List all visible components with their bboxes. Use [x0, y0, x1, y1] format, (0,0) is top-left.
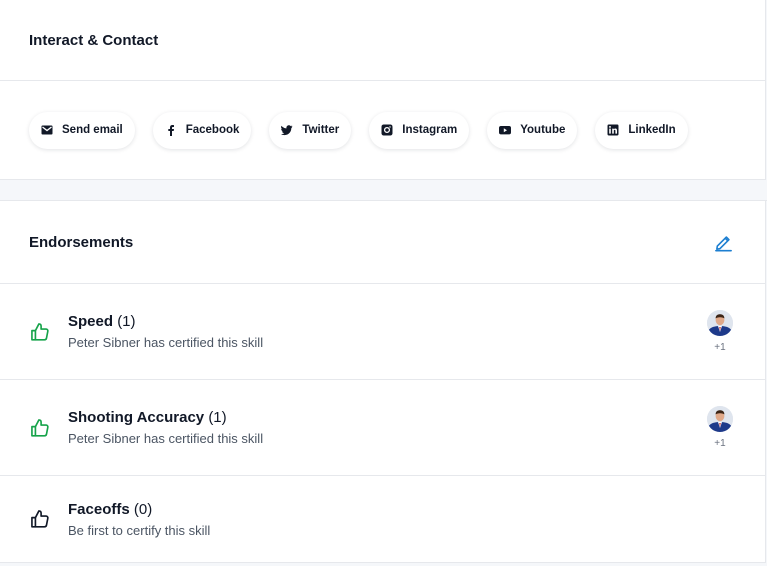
endorsement-subtitle: Peter Sibner has certified this skill	[68, 335, 264, 350]
facebook-button[interactable]: Facebook	[152, 111, 252, 149]
linkedin-label: LinkedIn	[628, 124, 676, 136]
endorsement-count: (1)	[117, 313, 136, 330]
send-email-button[interactable]: Send email	[29, 111, 135, 149]
contact-buttons: Send email Facebook Twitter Instagram Yo…	[0, 81, 765, 180]
linkedin-button[interactable]: LinkedIn	[595, 111, 688, 149]
endorsers: +1	[705, 310, 735, 353]
skill-name: Faceoffs	[68, 500, 130, 518]
twitter-icon	[281, 124, 293, 136]
instagram-label: Instagram	[402, 124, 458, 136]
endorsement-count: (1)	[208, 409, 227, 426]
interact-contact-header: Interact & Contact	[0, 0, 765, 81]
endorsement-subtitle: Be first to certify this skill	[68, 522, 211, 538]
skill-line: Speed (1)	[68, 313, 705, 330]
endorsements-section: Endorsements Speed (1) Peter Sibner has …	[0, 201, 766, 563]
thumbs-up-icon[interactable]	[29, 417, 51, 439]
more-endorsers-count[interactable]: +1	[714, 342, 725, 353]
youtube-button[interactable]: Youtube	[487, 111, 578, 149]
linkedin-icon	[607, 124, 619, 136]
section-title: Endorsements	[29, 233, 134, 251]
instagram-icon	[381, 124, 393, 136]
edit-pencil-icon[interactable]	[714, 233, 733, 252]
send-email-label: Send email	[62, 124, 123, 136]
endorsement-subtitle: Peter Sibner has certified this skill	[68, 431, 264, 446]
more-endorsers-count[interactable]: +1	[714, 438, 725, 449]
endorsement-count: (0)	[133, 500, 153, 518]
skill-line: Shooting Accuracy (1)	[68, 409, 705, 426]
endorsement-row: Shooting Accuracy (1) Peter Sibner has c…	[0, 380, 765, 476]
facebook-icon	[165, 124, 177, 136]
youtube-icon	[499, 124, 512, 136]
avatar[interactable]	[707, 406, 733, 432]
section-title: Interact & Contact	[29, 31, 159, 49]
endorsers: +1	[705, 406, 735, 449]
section-divider	[0, 180, 767, 201]
endorsement-row: Faceoffs (0) Be first to certify this sk…	[0, 476, 765, 563]
endorsement-text: Faceoffs (0) Be first to certify this sk…	[68, 501, 733, 538]
skill-name: Speed	[68, 313, 114, 330]
endorsement-text: Shooting Accuracy (1) Peter Sibner has c…	[68, 409, 705, 446]
endorsements-header: Endorsements	[0, 201, 765, 284]
envelope-icon	[41, 124, 53, 136]
twitter-button[interactable]: Twitter	[269, 111, 352, 149]
twitter-label: Twitter	[302, 124, 340, 136]
skill-name: Shooting Accuracy	[68, 409, 205, 426]
instagram-button[interactable]: Instagram	[369, 111, 470, 149]
facebook-label: Facebook	[185, 124, 240, 136]
thumbs-up-icon[interactable]	[29, 508, 51, 530]
endorsement-row: Speed (1) Peter Sibner has certified thi…	[0, 284, 765, 380]
thumbs-up-icon[interactable]	[29, 321, 51, 343]
youtube-label: Youtube	[520, 124, 566, 136]
avatar[interactable]	[707, 310, 733, 336]
skill-line: Faceoffs (0)	[68, 501, 733, 518]
endorsement-text: Speed (1) Peter Sibner has certified thi…	[68, 313, 705, 350]
interact-contact-section: Interact & Contact Send email Facebook T…	[0, 0, 766, 180]
